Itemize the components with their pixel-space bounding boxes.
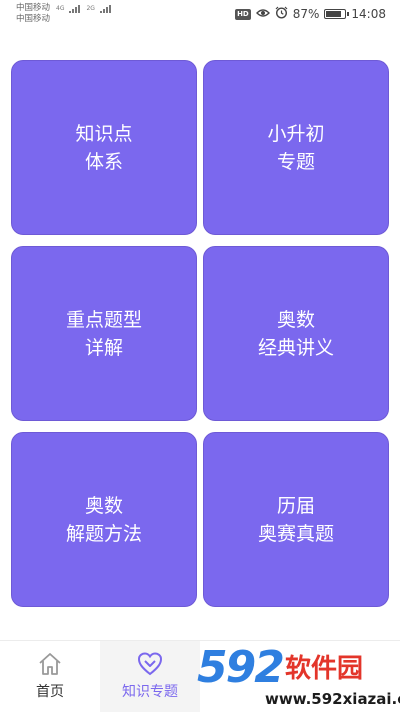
battery-fill [326, 11, 342, 17]
topic-heart-icon [137, 652, 163, 676]
tile-past-olympiad-exams[interactable]: 历届 奥赛真题 [203, 432, 389, 607]
battery-icon [324, 9, 350, 19]
carrier-info: 中国移动 4G 2G 中国移动 [16, 3, 111, 25]
tile-title: 历届 [276, 494, 315, 517]
tile-subtitle: 详解 [84, 336, 123, 359]
tile-olympiad-methods[interactable]: 奥数 解题方法 [11, 432, 197, 607]
watermark-logo: 592 软件园 www.592xiazai.com [195, 640, 400, 711]
watermark-url: www.592xiazai.com [265, 690, 400, 708]
topic-grid: 知识点 体系 小升初 专题 重点题型 详解 奥数 经典讲义 奥数 解题方法 历届… [11, 60, 389, 607]
watermark-number: 592 [197, 642, 285, 693]
tab-home-label: 首页 [36, 684, 64, 700]
tile-subtitle: 专题 [276, 150, 315, 173]
tile-olympiad-lectures[interactable]: 奥数 经典讲义 [203, 246, 389, 421]
tab-knowledge-topics[interactable]: 知识专题 [100, 641, 200, 712]
alarm-icon [275, 6, 288, 22]
tile-title: 奥数 [84, 494, 123, 517]
tab-home[interactable]: 首页 [0, 641, 100, 712]
status-right-group: HD 87% 14:08 [235, 6, 386, 22]
network-type-2: 2G [86, 5, 95, 12]
tile-title: 小升初 [267, 122, 325, 145]
home-icon [39, 653, 61, 675]
carrier-1-label: 中国移动 [16, 3, 51, 13]
tile-title: 知识点 [75, 122, 133, 145]
battery-percent: 87% [292, 7, 320, 21]
carrier-2-label: 中国移动 [16, 14, 51, 24]
network-type-1: 4G [56, 5, 65, 12]
tile-key-problems[interactable]: 重点题型 详解 [11, 246, 197, 421]
watermark-name: 软件园 [285, 654, 364, 684]
eye-icon [255, 7, 270, 21]
tile-primary-to-middle[interactable]: 小升初 专题 [203, 60, 389, 235]
tile-title: 奥数 [276, 308, 315, 331]
tile-subtitle: 体系 [84, 150, 123, 173]
tile-title: 重点题型 [65, 308, 142, 331]
tile-subtitle: 解题方法 [65, 522, 142, 545]
signal-icon [99, 4, 111, 13]
status-bar: 中国移动 4G 2G 中国移动 HD 87% 14:08 [0, 0, 400, 28]
tab-knowledge-topics-label: 知识专题 [122, 684, 178, 700]
tile-knowledge-system[interactable]: 知识点 体系 [11, 60, 197, 235]
tile-subtitle: 经典讲义 [257, 336, 334, 359]
signal-icon [69, 4, 81, 13]
hd-badge: HD [235, 8, 251, 20]
tile-subtitle: 奥赛真题 [257, 522, 334, 545]
clock-time: 14:08 [351, 7, 386, 21]
